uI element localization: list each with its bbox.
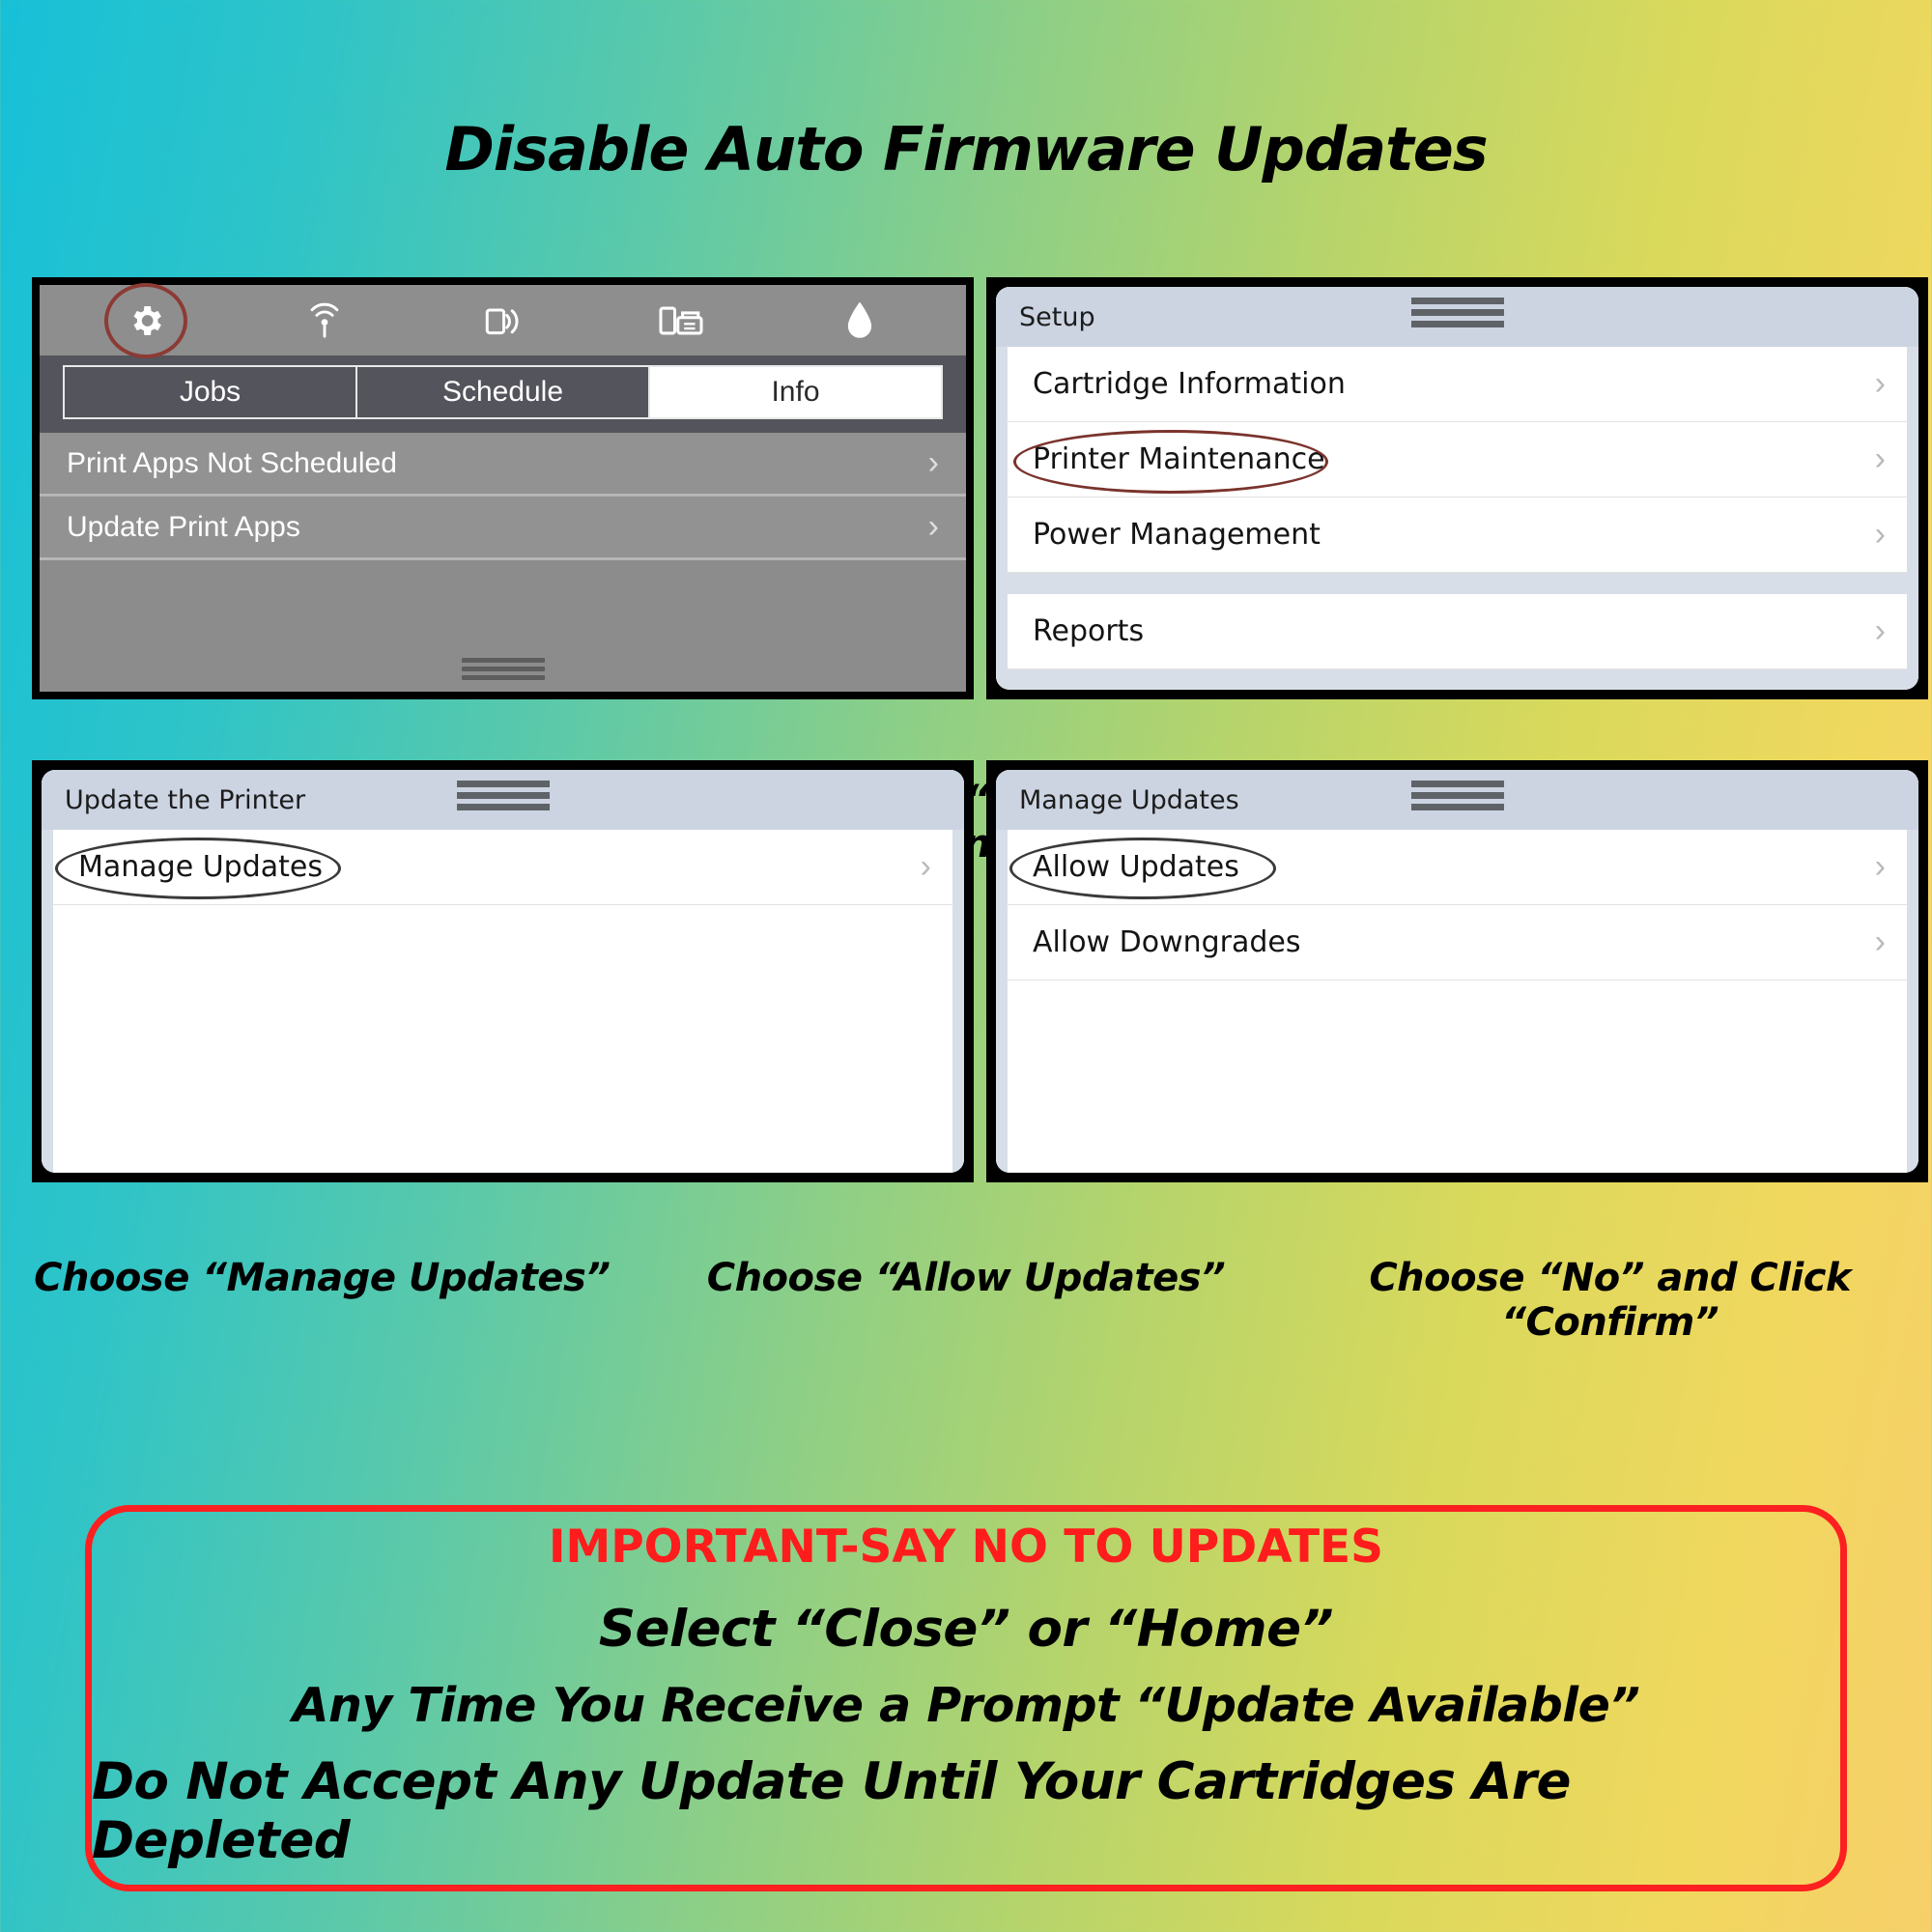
- menu-list: Allow Updates › Allow Downgrades ›: [996, 830, 1918, 1173]
- wireless-icon[interactable]: [236, 300, 414, 341]
- lcd-row-label: Print Apps Not Scheduled: [67, 446, 397, 479]
- grip-handle-icon: [1410, 298, 1504, 332]
- chevron-right-icon: ›: [1874, 365, 1886, 402]
- eprint-icon[interactable]: [592, 300, 771, 341]
- step-screenshot-setup-menu: Setup Cartridge Information › Printer Ma…: [986, 277, 1928, 699]
- menu-item-label: Reports: [1033, 614, 1145, 648]
- menu-item-label: Power Management: [1033, 518, 1321, 552]
- menu-empty-area: [53, 905, 952, 1173]
- chevron-right-icon: ›: [1874, 848, 1886, 885]
- important-note-line-2: Any Time You Receive a Prompt “Update Av…: [292, 1677, 1640, 1733]
- menu-bottom-space: [1008, 669, 1907, 690]
- ink-drop-icon[interactable]: [770, 300, 949, 341]
- menu-item-printer-maintenance[interactable]: Printer Maintenance ›: [1008, 422, 1907, 497]
- menu-item-label: Allow Downgrades: [1033, 925, 1301, 959]
- menu-item-label: Printer Maintenance: [1033, 442, 1325, 476]
- menu-item-allow-updates[interactable]: Allow Updates ›: [1008, 830, 1907, 905]
- menu-header: Setup: [996, 287, 1918, 347]
- lcd-toolbar: [40, 282, 966, 358]
- menu-title: Setup: [1019, 301, 1095, 332]
- step-caption-4: Choose “Manage Updates”: [34, 1256, 611, 1300]
- step-screenshot-manage-updates: Manage Updates Allow Updates › Allow Dow…: [986, 760, 1928, 1182]
- menu-list: Cartridge Information › Printer Maintena…: [996, 347, 1918, 690]
- step-caption-6: Choose “No” and Click “Confirm”: [1369, 1256, 1852, 1345]
- step-caption-5: Choose “Allow Updates”: [706, 1256, 1226, 1300]
- menu-item-cartridge-information[interactable]: Cartridge Information ›: [1008, 347, 1907, 422]
- tab-schedule[interactable]: Schedule: [357, 367, 650, 417]
- printer-menu-setup: Setup Cartridge Information › Printer Ma…: [996, 287, 1918, 690]
- lcd-tabs: Jobs Schedule Info: [63, 365, 943, 419]
- steps-row-1: Jobs Schedule Info Print Apps Not Schedu…: [32, 277, 1932, 699]
- important-note-line-3: Do Not Accept Any Update Until Your Cart…: [92, 1751, 1572, 1870]
- captions-row-2: Choose “Manage Updates” Choose “Allow Up…: [0, 1256, 1932, 1345]
- menu-header: Update the Printer: [42, 770, 964, 830]
- menu-title: Update the Printer: [65, 784, 306, 815]
- grip-handle-icon: [1410, 781, 1504, 815]
- chevron-right-icon: ›: [927, 508, 939, 545]
- wireless-direct-icon[interactable]: [413, 300, 592, 341]
- chevron-right-icon: ›: [1874, 440, 1886, 477]
- chevron-right-icon: ›: [920, 848, 931, 885]
- chevron-right-icon: ›: [927, 444, 939, 481]
- menu-empty-area: [1008, 980, 1907, 1173]
- menu-title: Manage Updates: [1019, 784, 1239, 815]
- step-screenshot-update-the-printer: Update the Printer Manage Updates ›: [32, 760, 974, 1182]
- printer-menu-update: Update the Printer Manage Updates ›: [42, 770, 964, 1173]
- menu-item-manage-updates[interactable]: Manage Updates ›: [53, 830, 952, 905]
- gear-annotation-ellipse: [104, 282, 188, 358]
- printer-lcd: Jobs Schedule Info Print Apps Not Schedu…: [40, 282, 966, 692]
- menu-list: Manage Updates ›: [42, 830, 964, 1173]
- chevron-right-icon: ›: [1874, 516, 1886, 553]
- chevron-right-icon: ›: [1874, 923, 1886, 960]
- important-note-headline: IMPORTANT-SAY NO TO UPDATES: [548, 1520, 1384, 1574]
- list-item[interactable]: Update Print Apps ›: [40, 497, 966, 560]
- menu-item-allow-downgrades[interactable]: Allow Downgrades ›: [1008, 905, 1907, 980]
- important-note-line-1: Select “Close” or “Home”: [598, 1599, 1334, 1659]
- gear-icon[interactable]: [57, 282, 236, 358]
- lcd-row-label: Update Print Apps: [67, 510, 300, 543]
- menu-item-label: Cartridge Information: [1033, 367, 1346, 401]
- menu-header: Manage Updates: [996, 770, 1918, 830]
- lcd-empty-area: [40, 560, 966, 659]
- chevron-right-icon: ›: [1874, 612, 1886, 649]
- step-screenshot-setup: Jobs Schedule Info Print Apps Not Schedu…: [32, 277, 974, 699]
- menu-separator: [1008, 573, 1907, 594]
- list-item[interactable]: Print Apps Not Scheduled ›: [40, 433, 966, 497]
- menu-item-label: Allow Updates: [1033, 850, 1239, 884]
- lcd-handle-icon: [461, 658, 545, 684]
- important-note-box: IMPORTANT-SAY NO TO UPDATES Select “Clos…: [85, 1505, 1847, 1891]
- lcd-tabs-band: Jobs Schedule Info: [40, 355, 966, 433]
- tab-jobs[interactable]: Jobs: [65, 367, 357, 417]
- steps-row-2: Update the Printer Manage Updates › Mana…: [32, 760, 1932, 1182]
- tab-info[interactable]: Info: [650, 367, 941, 417]
- grip-handle-icon: [456, 781, 550, 815]
- menu-item-label: Manage Updates: [78, 850, 323, 884]
- menu-item-power-management[interactable]: Power Management ›: [1008, 497, 1907, 573]
- page-title: Disable Auto Firmware Updates: [444, 114, 1488, 185]
- printer-menu-manage-updates: Manage Updates Allow Updates › Allow Dow…: [996, 770, 1918, 1173]
- menu-item-reports[interactable]: Reports ›: [1008, 594, 1907, 669]
